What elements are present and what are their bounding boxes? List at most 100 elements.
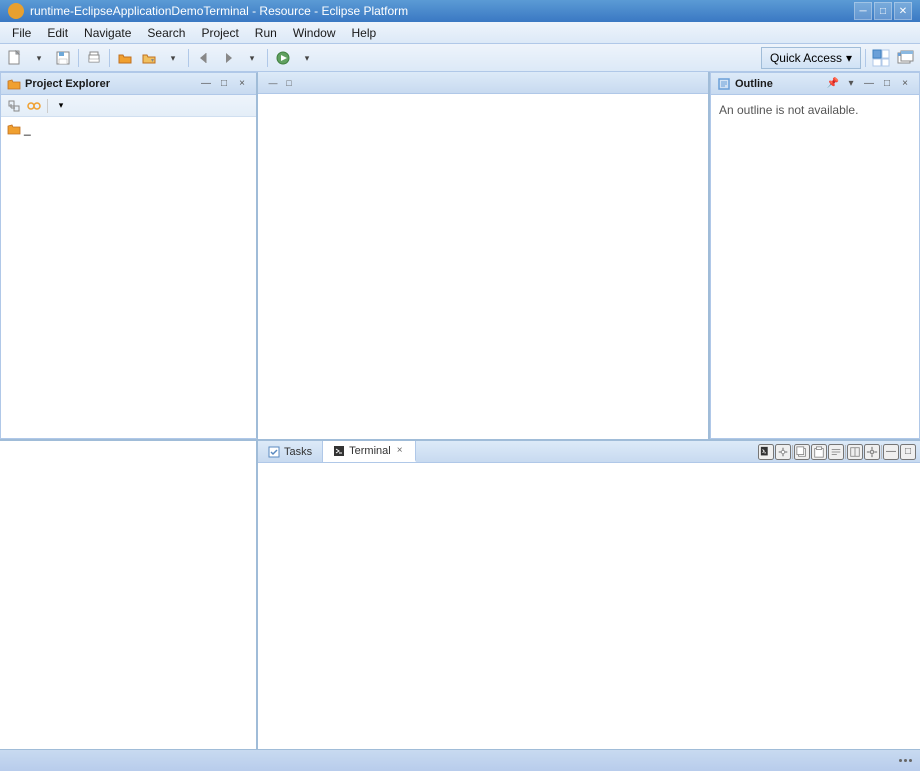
menu-help[interactable]: Help xyxy=(344,24,385,42)
view-menu-icon xyxy=(59,100,64,111)
close-button[interactable]: ✕ xyxy=(894,2,912,20)
project-explorer-content: _ xyxy=(1,117,256,438)
project-explorer-panel: Project Explorer — □ × xyxy=(0,72,258,439)
run-dropdown[interactable] xyxy=(296,47,318,69)
bottom-tab-bar: Tasks Terminal × xyxy=(258,441,920,463)
toolbar-sep-3 xyxy=(188,49,189,67)
bottom-left-spacer xyxy=(0,441,258,749)
menu-edit[interactable]: Edit xyxy=(39,24,76,42)
outline-content: An outline is not available. xyxy=(711,95,919,438)
toolbar-sep-2 xyxy=(109,49,110,67)
link-editor-button[interactable] xyxy=(25,97,43,115)
project-explorer-icon xyxy=(7,77,21,91)
terminal-tab-close[interactable]: × xyxy=(395,445,405,456)
status-indicator xyxy=(899,759,912,762)
terminal-tab-icon xyxy=(333,445,345,457)
forward-button[interactable] xyxy=(217,47,239,69)
folder-icon xyxy=(7,122,21,136)
minimize-button[interactable]: ─ xyxy=(854,2,872,20)
project-explorer-label: Project Explorer xyxy=(25,78,110,90)
tab-terminal[interactable]: Terminal × xyxy=(323,441,415,462)
project-explorer-controls: — □ × xyxy=(198,77,250,91)
open-dropdown-arrow[interactable] xyxy=(162,47,184,69)
terminal-btn5[interactable] xyxy=(847,444,863,460)
terminal-maximize-btn[interactable]: □ xyxy=(900,444,916,460)
new-window-button[interactable] xyxy=(894,47,916,69)
tasks-tab-label: Tasks xyxy=(284,446,312,458)
tasks-tab-icon xyxy=(268,446,280,458)
maximize-view-button[interactable]: □ xyxy=(216,77,232,91)
menu-file[interactable]: File xyxy=(4,24,39,42)
outline-minimize-button[interactable]: — xyxy=(861,77,877,91)
project-explorer-toolbar xyxy=(1,95,256,117)
new-file-button[interactable] xyxy=(4,47,26,69)
status-bar xyxy=(0,749,920,771)
menu-window[interactable]: Window xyxy=(285,24,344,42)
terminal-toolbar: — □ xyxy=(754,441,920,462)
title-bar: runtime-EclipseApplicationDemoTerminal -… xyxy=(0,0,920,22)
terminal-paste-btn[interactable] xyxy=(811,444,827,460)
editor-tab-bar: — □ xyxy=(258,72,708,94)
open-perspective-button[interactable] xyxy=(870,47,892,69)
outline-icon xyxy=(717,77,731,91)
quick-access-button[interactable]: Quick Access ▾ xyxy=(761,47,861,69)
terminal-minimize-btn[interactable]: — xyxy=(883,444,899,460)
outline-close-button[interactable]: × xyxy=(897,77,913,91)
content-area: Project Explorer — □ × xyxy=(0,72,920,439)
terminal-clear-btn[interactable] xyxy=(828,444,844,460)
status-dot-2 xyxy=(904,759,907,762)
menu-run[interactable]: Run xyxy=(247,24,285,42)
outline-maximize-button[interactable]: □ xyxy=(879,77,895,91)
restore-button[interactable]: □ xyxy=(874,2,892,20)
close-view-button[interactable]: × xyxy=(234,77,250,91)
toolbar-sep-1 xyxy=(78,49,79,67)
forward-dropdown[interactable] xyxy=(241,47,263,69)
print-button[interactable] xyxy=(83,47,105,69)
new-dropdown-button[interactable] xyxy=(28,47,50,69)
terminal-settings-btn[interactable] xyxy=(864,444,880,460)
menu-search[interactable]: Search xyxy=(139,24,193,42)
open-dropdown-button[interactable] xyxy=(138,47,160,69)
quick-access-dropdown-icon: ▾ xyxy=(846,51,852,65)
bottom-panel: Tasks Terminal × xyxy=(258,441,920,749)
toolbar-sep xyxy=(47,99,48,113)
terminal-copy-btn[interactable] xyxy=(794,444,810,460)
collapse-all-button[interactable] xyxy=(5,97,23,115)
status-dot-3 xyxy=(909,759,912,762)
outline-title: Outline xyxy=(717,77,773,91)
app-icon xyxy=(8,3,24,19)
bottom-area: Tasks Terminal × xyxy=(0,439,920,749)
minimize-view-button[interactable]: — xyxy=(198,77,214,91)
terminal-disconnect-btn[interactable] xyxy=(775,444,791,460)
terminal-new-btn[interactable] xyxy=(758,444,774,460)
tree-item-root[interactable]: _ xyxy=(3,121,254,137)
project-explorer-title: Project Explorer xyxy=(7,77,110,91)
terminal-sep-2 xyxy=(845,445,846,459)
menu-project[interactable]: Project xyxy=(193,24,246,42)
project-explorer-header: Project Explorer — □ × xyxy=(1,73,256,95)
toolbar-sep-4 xyxy=(267,49,268,67)
outline-pin-button[interactable]: 📌 xyxy=(825,77,841,91)
status-dot-1 xyxy=(899,759,902,762)
tab-tasks[interactable]: Tasks xyxy=(258,441,323,462)
editor-content xyxy=(258,94,708,439)
window-title: runtime-EclipseApplicationDemoTerminal -… xyxy=(30,4,408,18)
terminal-tab-label: Terminal xyxy=(349,445,391,457)
view-menu-button[interactable] xyxy=(52,97,70,115)
editor-minimize-btn[interactable]: — xyxy=(266,76,280,90)
menu-navigate[interactable]: Navigate xyxy=(76,24,139,42)
main-area: Project Explorer — □ × xyxy=(0,72,920,749)
open-file-button[interactable] xyxy=(114,47,136,69)
outline-controls: 📌 ▾ — □ × xyxy=(825,77,913,91)
run-button[interactable] xyxy=(272,47,294,69)
back-button[interactable] xyxy=(193,47,215,69)
tab-spacer xyxy=(416,441,754,462)
tree-item-label: _ xyxy=(24,122,31,136)
editor-area: — □ xyxy=(258,72,710,439)
editor-maximize-btn[interactable]: □ xyxy=(282,76,296,90)
outline-message: An outline is not available. xyxy=(719,103,858,117)
terminal-sep-3 xyxy=(881,445,882,459)
outline-dropdown-button[interactable]: ▾ xyxy=(843,77,859,91)
outline-panel: Outline 📌 ▾ — □ × An outline is not avai… xyxy=(710,72,920,439)
save-button[interactable] xyxy=(52,47,74,69)
